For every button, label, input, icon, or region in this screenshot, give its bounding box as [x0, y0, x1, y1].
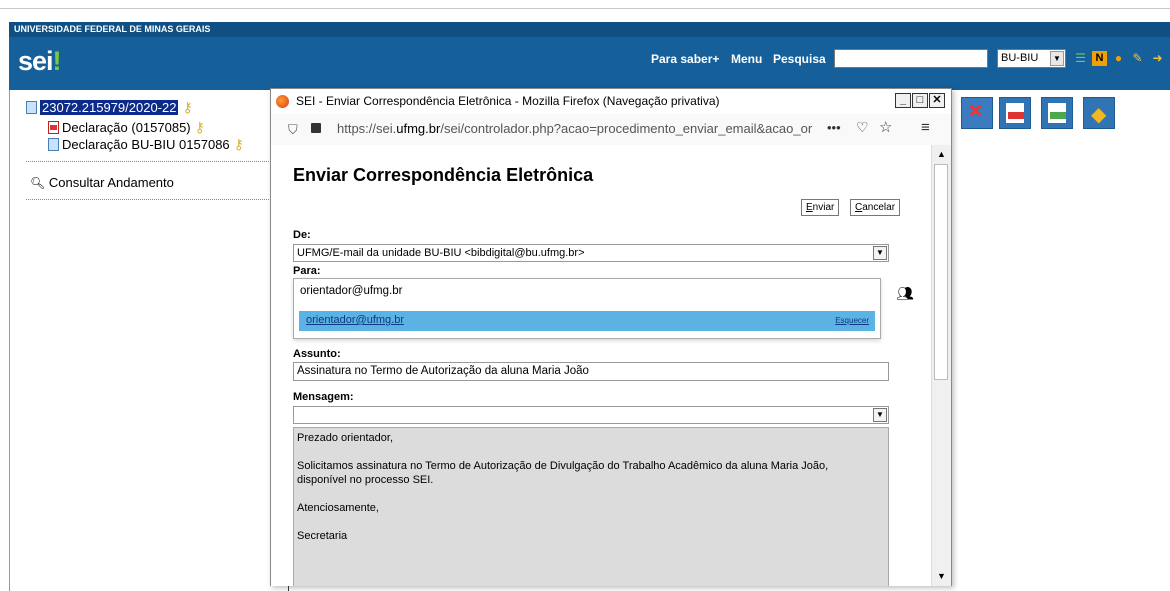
extension-menu-icon[interactable]: ≡	[921, 119, 930, 136]
popup-content: Enviar Correspondência Eletrônica Enviar…	[271, 145, 931, 586]
unit-select[interactable]: BU-BIU ▼	[997, 49, 1066, 68]
lock-icon[interactable]	[311, 123, 321, 133]
doc-label[interactable]: Declaração BU-BIU 0157086	[62, 137, 230, 152]
from-label: De:	[293, 229, 311, 241]
university-name: UNIVERSIDADE FEDERAL DE MINAS GERAIS	[9, 22, 1170, 37]
menu-link[interactable]: Menu	[731, 52, 762, 66]
message-line: Atenciosamente,	[297, 502, 379, 514]
sei-logo[interactable]: sei!	[18, 46, 62, 77]
left-panel-border	[9, 90, 10, 591]
to-input[interactable]: orientador@ufmg.br	[300, 285, 402, 297]
chevron-down-icon: ▼	[873, 408, 887, 422]
pocket-icon[interactable]: ♡	[856, 119, 869, 136]
send-button-label: nviar	[812, 202, 835, 213]
chevron-down-icon: ▼	[1050, 51, 1064, 66]
tree-process[interactable]: 23072.215979/2020-22 ⚷	[26, 99, 193, 116]
suggestion-email[interactable]: orientador@ufmg.br	[306, 314, 404, 326]
contacts-icon[interactable]: 👥︎	[896, 285, 914, 302]
message-textarea[interactable]: Prezado orientador, Solicitamos assinatu…	[293, 427, 889, 586]
divider	[26, 161, 269, 162]
to-label: Para:	[293, 265, 321, 277]
cancel-button-label: ancelar	[862, 202, 896, 213]
pdf-icon[interactable]	[999, 97, 1031, 129]
message-line: Secretaria	[297, 530, 348, 542]
search-input[interactable]	[834, 49, 988, 68]
chevron-down-icon: ▼	[873, 246, 887, 260]
window-title: SEI - Enviar Correspondência Eletrônica …	[296, 94, 720, 108]
exit-icon[interactable]: ➜	[1150, 51, 1165, 66]
user-icon[interactable]: ●	[1111, 51, 1126, 66]
close-button[interactable]: ✕	[929, 93, 945, 108]
list-icon[interactable]: ☰	[1073, 51, 1088, 66]
pdf-file-icon	[48, 121, 59, 134]
to-field[interactable]: orientador@ufmg.br orientador@ufmg.br Es…	[293, 278, 881, 339]
tag-icon[interactable]: ◆	[1083, 97, 1115, 129]
disconnect-icon[interactable]: ✕	[961, 97, 993, 129]
message-blank	[297, 445, 885, 459]
process-icon	[26, 101, 37, 114]
message-line: disponível no processo SEI.	[297, 474, 434, 486]
browser-top-strip	[0, 0, 1170, 9]
scroll-down-icon[interactable]: ▼	[934, 569, 949, 584]
consultar-andamento-link[interactable]: 🔍︎ Consultar Andamento	[30, 175, 174, 190]
subject-label: Assunto:	[293, 348, 341, 360]
text-cursor	[288, 586, 289, 591]
key-icon: ⚷	[194, 119, 205, 135]
doc-label[interactable]: Declaração (0157085)	[62, 120, 191, 135]
notes-icon[interactable]: N	[1092, 51, 1107, 66]
vertical-scrollbar[interactable]: ▲ ▼	[931, 145, 951, 586]
tree-doc-2[interactable]: Declaração BU-BIU 0157086 ⚷	[48, 136, 244, 153]
url-bar[interactable]: ⛉ https://sei.ufmg.br/sei/controlador.ph…	[271, 114, 951, 146]
subject-input[interactable]: Assinatura no Termo de Autorização da al…	[293, 362, 889, 381]
key-icon: ⚷	[233, 136, 244, 152]
forget-link[interactable]: Esquecer	[835, 316, 869, 325]
more-actions-icon[interactable]: •••	[827, 120, 841, 135]
scroll-thumb[interactable]	[934, 164, 948, 380]
minimize-button[interactable]: _	[895, 93, 911, 108]
popup-window: SEI - Enviar Correspondência Eletrônica …	[270, 88, 952, 586]
bookmark-star-icon[interactable]: ☆	[879, 118, 892, 136]
key-icon: ⚷	[182, 99, 193, 115]
tools-icon[interactable]: ✎	[1130, 51, 1145, 66]
shield-icon[interactable]: ⛉	[288, 122, 298, 138]
window-titlebar[interactable]: SEI - Enviar Correspondência Eletrônica …	[271, 89, 951, 114]
send-button[interactable]: Enviar	[801, 199, 840, 216]
tree-doc-1[interactable]: Declaração (0157085) ⚷	[48, 119, 205, 136]
message-label: Mensagem:	[293, 391, 354, 403]
autocomplete-suggestion[interactable]: orientador@ufmg.br Esquecer	[299, 311, 875, 331]
maximize-button[interactable]: □	[912, 93, 928, 108]
scroll-up-icon[interactable]: ▲	[934, 147, 949, 162]
divider	[26, 199, 269, 200]
process-number[interactable]: 23072.215979/2020-22	[40, 100, 179, 115]
firefox-icon	[276, 95, 289, 108]
message-line: Prezado orientador,	[297, 432, 394, 444]
page-title: Enviar Correspondência Eletrônica	[293, 165, 594, 185]
zip-icon[interactable]	[1041, 97, 1073, 129]
from-select[interactable]: UFMG/E-mail da unidade BU-BIU <bibdigita…	[293, 244, 889, 262]
para-saber-link[interactable]: Para saber+	[651, 52, 719, 66]
search-icon: 🔍︎	[30, 176, 46, 190]
message-blank	[297, 487, 885, 501]
message-blank	[297, 515, 885, 529]
cancel-button[interactable]: Cancelar	[850, 199, 901, 216]
url-text[interactable]: https://sei.ufmg.br/sei/controlador.php?…	[337, 121, 812, 136]
message-line: Solicitamos assinatura no Termo de Autor…	[297, 460, 829, 472]
message-template-select[interactable]: ▼	[293, 406, 889, 424]
doc-file-icon	[48, 138, 59, 151]
pesquisa-link[interactable]: Pesquisa	[773, 52, 826, 66]
